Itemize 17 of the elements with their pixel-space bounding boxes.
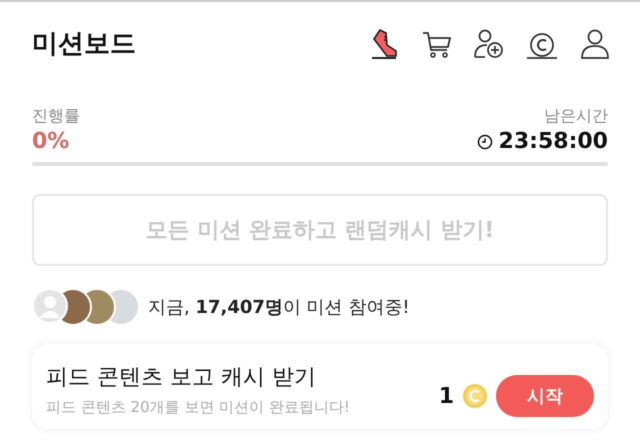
progress-value: 0%	[32, 129, 70, 154]
mission-description: 피드 콘텐츠 20개를 보면 미션이 완료됩니다!	[46, 398, 350, 417]
mission-title: 피드 콘텐츠 보고 캐시 받기	[46, 364, 317, 392]
clock-icon	[476, 134, 493, 150]
start-button[interactable]: 시작	[496, 375, 594, 417]
remaining-time: 23:58:00	[498, 129, 608, 154]
progress-label: 진행률	[32, 106, 80, 127]
page-title: 미션보드	[32, 28, 136, 60]
coin-icon[interactable]	[526, 33, 558, 59]
coin-icon	[462, 383, 488, 409]
cart-icon[interactable]	[422, 31, 452, 59]
remaining-time-label: 남은시간	[544, 106, 608, 127]
participants-text: 지금, 17,407명이 미션 참여중!	[148, 296, 410, 319]
add-friend-icon[interactable]	[474, 29, 504, 59]
sneaker-icon[interactable]	[370, 27, 400, 59]
reward-amount: 1	[438, 384, 454, 408]
profile-icon[interactable]	[580, 29, 610, 59]
